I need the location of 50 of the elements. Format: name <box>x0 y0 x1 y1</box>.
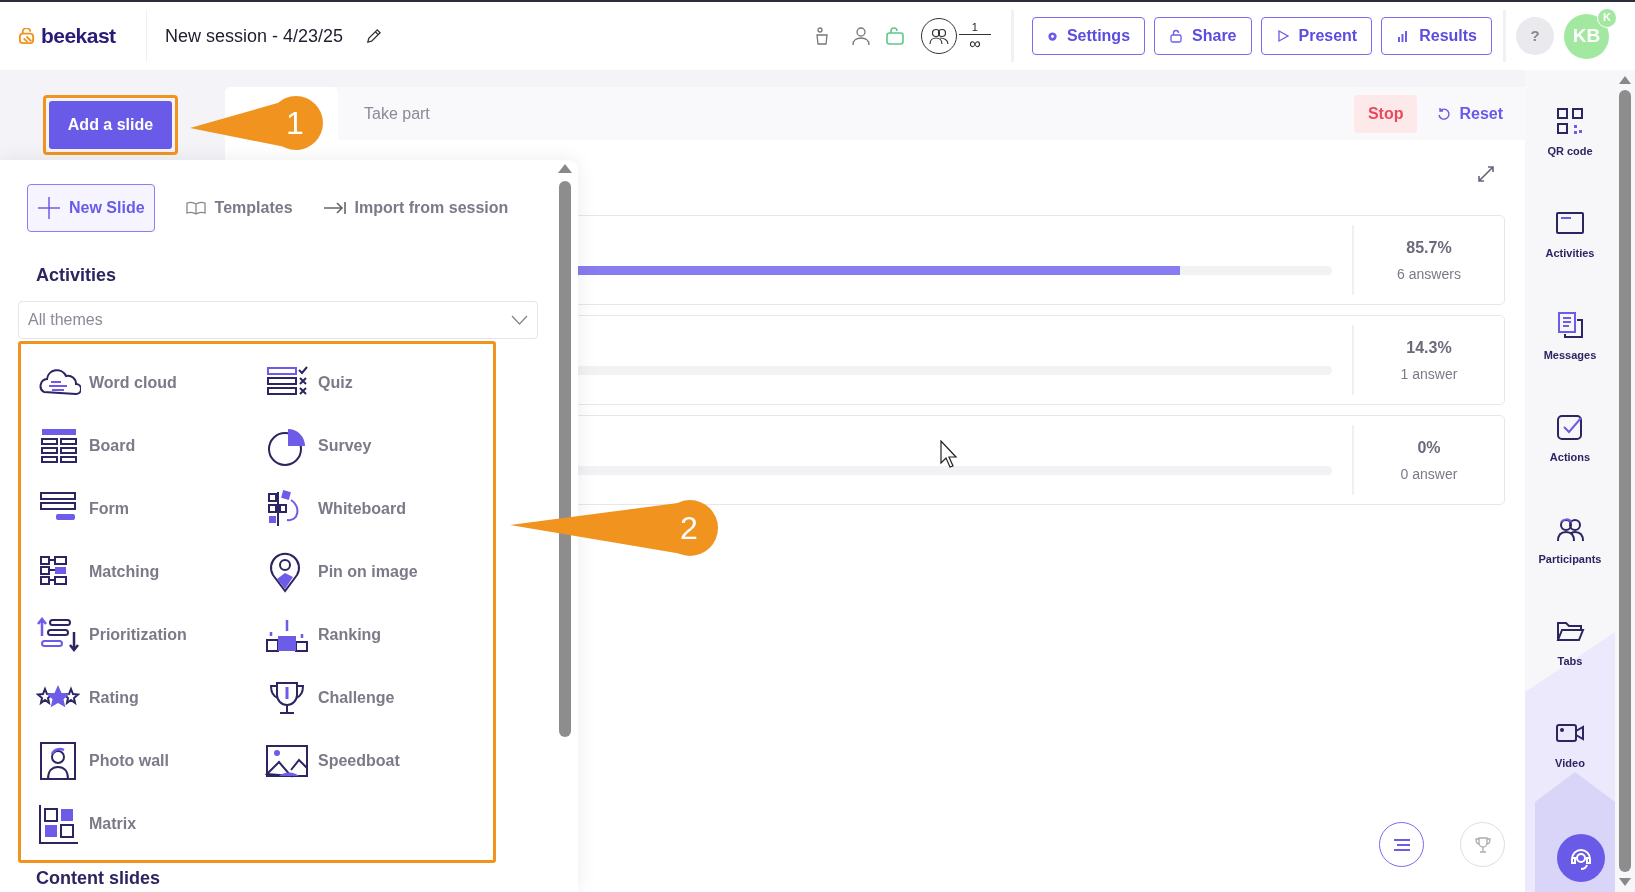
logo-text: beekast <box>41 23 116 50</box>
header-button[interactable]: Results <box>1381 17 1492 55</box>
activity-item[interactable]: Form <box>35 477 264 540</box>
header-button[interactable]: Present <box>1260 17 1373 55</box>
session-title: New session - 4/23/25 <box>165 24 344 48</box>
activity-item[interactable]: Pin on image <box>264 540 493 603</box>
header-button[interactable]: Share <box>1154 17 1252 55</box>
participant-count: 1 <box>971 20 978 33</box>
sidebar-item[interactable]: Tabs <box>1525 616 1615 718</box>
reset-button[interactable]: Reset <box>1437 101 1503 126</box>
callout-number: 2 <box>680 510 698 546</box>
result-percent: 14.3% <box>1406 337 1452 358</box>
theme-select[interactable]: All themes <box>18 301 538 339</box>
activity-item[interactable]: Word cloud <box>35 351 264 414</box>
callout-number: 1 <box>286 105 304 141</box>
help-button[interactable]: ? <box>1516 17 1554 55</box>
activity-item[interactable]: Ranking <box>264 603 493 666</box>
sidebar-item[interactable]: Participants <box>1525 514 1615 616</box>
result-percent: 0% <box>1417 437 1441 458</box>
stop-button[interactable]: Stop <box>1353 94 1418 133</box>
result-answers: 0 answer <box>1400 464 1458 484</box>
sidebar-item[interactable]: Activities <box>1525 208 1615 310</box>
section-heading: Content slides <box>36 867 161 890</box>
activity-item[interactable]: Photo wall <box>35 729 264 792</box>
panel-tab[interactable]: New Slide <box>27 184 155 232</box>
section-heading: Activities <box>36 264 118 287</box>
activity-item[interactable]: Survey <box>264 414 493 477</box>
add-slide-button[interactable]: Add a slide <box>49 101 172 149</box>
result-percent: 85.7% <box>1406 237 1452 258</box>
activity-item[interactable]: Challenge <box>264 666 493 729</box>
activity-item[interactable]: Whiteboard <box>264 477 493 540</box>
participant-limit: ∞ <box>969 35 981 52</box>
sidebar-item[interactable]: QR code <box>1525 106 1615 208</box>
panel-tab[interactable]: Import from session <box>322 184 509 232</box>
sidebar-item[interactable]: Actions <box>1525 412 1615 514</box>
activity-item[interactable]: Matrix <box>35 792 264 855</box>
avatar-badge: K <box>1597 7 1617 28</box>
activity-item[interactable]: Board <box>35 414 264 477</box>
activity-item[interactable]: Rating <box>35 666 264 729</box>
result-answers: 1 answer <box>1400 364 1458 384</box>
sidebar-item[interactable]: Video <box>1525 718 1615 820</box>
result-answers: 6 answers <box>1397 264 1461 284</box>
tab[interactable]: Take part <box>364 101 430 126</box>
sidebar-item[interactable]: Messages <box>1525 310 1615 412</box>
header-button[interactable]: Settings <box>1031 17 1146 55</box>
activity-item[interactable]: Matching <box>35 540 264 603</box>
activity-item[interactable]: Speedboat <box>264 729 493 792</box>
activity-item[interactable]: Quiz <box>264 351 493 414</box>
activity-item[interactable]: Prioritization <box>35 603 264 666</box>
panel-tab[interactable]: Templates <box>184 184 293 232</box>
